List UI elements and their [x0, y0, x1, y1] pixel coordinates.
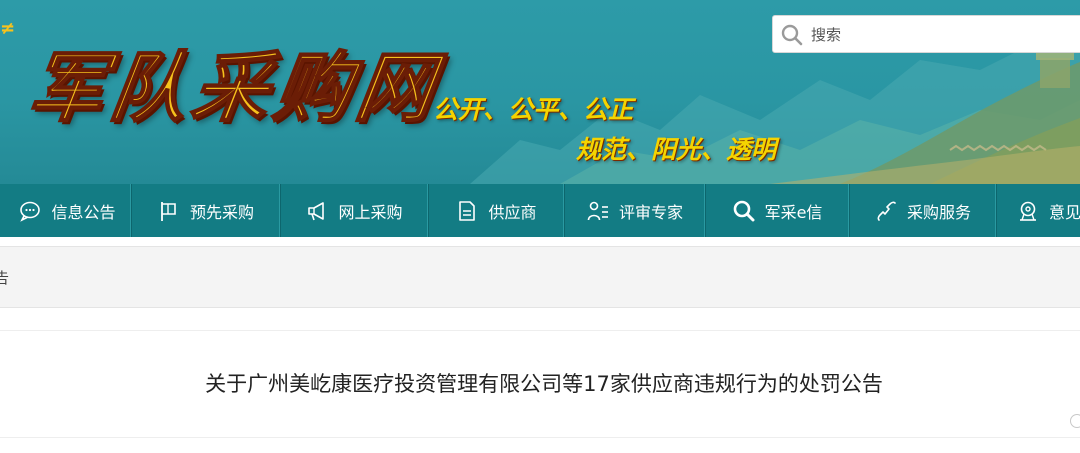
- search-box[interactable]: [772, 15, 1080, 53]
- page-title: 关于广州美屹康医疗投资管理有限公司等17家供应商违规行为的处罚公告: [205, 372, 883, 396]
- chat-bubble-icon: [19, 200, 41, 222]
- nav-item-label: 网上采购: [338, 202, 403, 222]
- circle-icon: [1070, 414, 1080, 428]
- nav-item-suppliers[interactable]: 供应商: [429, 184, 565, 237]
- flag-icon: [158, 200, 180, 222]
- nav-item-label: 采购服务: [906, 202, 971, 222]
- nav-item-label: 供应商: [488, 202, 537, 222]
- breadcrumb: 告: [0, 246, 1080, 308]
- feedback-icon: [1017, 200, 1039, 222]
- nav-item-label: 预先采购: [189, 202, 254, 222]
- breadcrumb-current[interactable]: 告: [0, 267, 9, 288]
- nav-item-label: 意见: [1049, 202, 1080, 222]
- slogan-line-1: 公开、公平、公正: [433, 95, 634, 124]
- article-header: 关于广州美屹康医疗投资管理有限公司等17家供应商违规行为的处罚公告: [0, 330, 1080, 438]
- nav-item-label: 评审专家: [618, 202, 683, 222]
- nav-item-info-notices[interactable]: 信息公告: [0, 184, 132, 237]
- user-list-icon: [587, 200, 609, 222]
- nav-item-review-experts[interactable]: 评审专家: [565, 184, 706, 237]
- megaphone-icon: [306, 200, 328, 222]
- nav-item-feedback[interactable]: 意见: [997, 184, 1080, 237]
- nav-item-military-e-letter[interactable]: 军采e信: [706, 184, 850, 237]
- nav-item-label: 军采e信: [764, 202, 823, 222]
- document-icon: [456, 200, 478, 222]
- search-input[interactable]: [809, 22, 1080, 48]
- nav-item-online-procurement[interactable]: 网上采购: [281, 184, 429, 237]
- sun-mark-icon: ≠: [0, 18, 16, 39]
- nav-item-procurement-services[interactable]: 采购服务: [850, 184, 997, 237]
- nav-item-advance-procurement[interactable]: 预先采购: [132, 184, 281, 237]
- site-banner: ≠ 军队采购网 公开、公平、公正 规范、阳光、透明: [0, 0, 1080, 184]
- phone-icon: [875, 200, 897, 222]
- search-icon[interactable]: [781, 24, 803, 46]
- slogan-line-2: 规范、阳光、透明: [576, 135, 777, 164]
- search-icon: [733, 200, 755, 222]
- nav-item-label: 信息公告: [51, 202, 116, 222]
- site-logo[interactable]: 军队采购网: [22, 26, 447, 136]
- main-nav: 信息公告 预先采购 网上采购 供应商 评审专家 军采e信 采购服务 意见: [0, 184, 1080, 237]
